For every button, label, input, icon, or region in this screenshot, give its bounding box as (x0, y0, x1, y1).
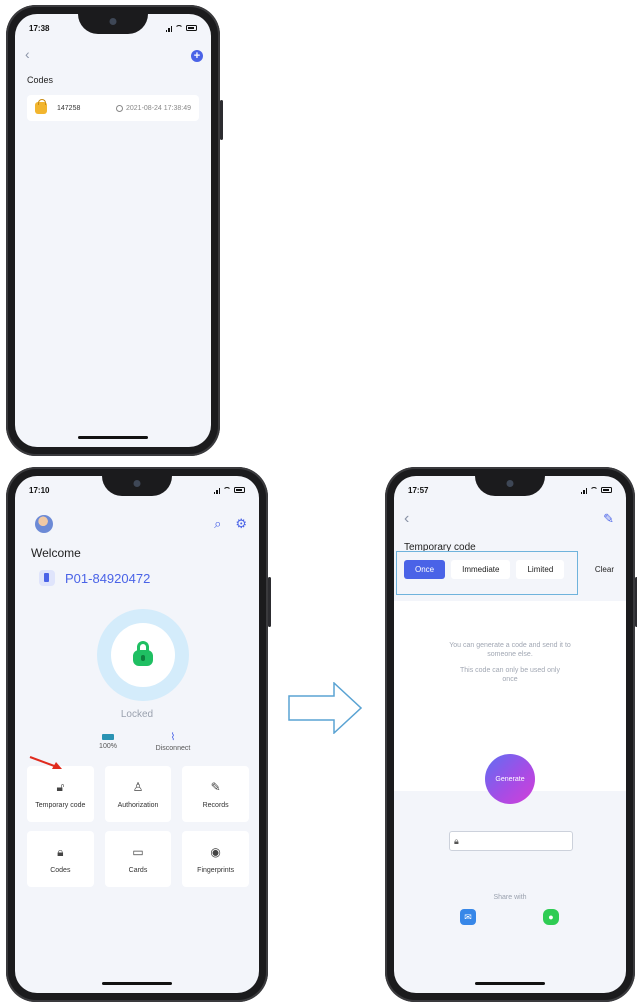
notch (78, 14, 148, 34)
padlock-icon: 🔒︎ (454, 835, 459, 846)
side-button (268, 577, 271, 627)
code-value: 147258 (57, 104, 81, 112)
tile-records[interactable]: ✎ Records (182, 766, 249, 822)
notch (102, 476, 172, 496)
code-timestamp-text: 2021-08-24 17:38:49 (126, 104, 191, 112)
screen-temporary-code: 17:57 ‹ ✎ Temporary code Once Immediate … (394, 476, 626, 993)
page-title: Codes (27, 75, 54, 85)
padlock-icon: 🔓︎ (56, 779, 65, 794)
generate-description: You can generate a code and send it to s… (394, 641, 626, 691)
connection-status[interactable]: ⌇ Disconnect (143, 732, 203, 753)
padlock-icon (35, 99, 47, 114)
avatar[interactable] (35, 515, 53, 533)
wifi-icon (590, 487, 598, 493)
back-icon[interactable]: ‹ (25, 46, 30, 62)
battery-icon (601, 487, 612, 493)
lock-button[interactable] (97, 609, 189, 701)
battery-value: 100% (99, 743, 117, 750)
clock-icon (116, 104, 123, 112)
home-indicator (78, 436, 148, 439)
front-camera (109, 18, 117, 25)
card-icon: ▭ (132, 844, 144, 859)
status-icons (213, 487, 245, 494)
search-icon[interactable]: ⌕ (214, 516, 221, 532)
phone-temporary-code: 17:57 ‹ ✎ Temporary code Once Immediate … (385, 467, 637, 1002)
transition-arrow-icon (288, 682, 362, 734)
signal-icon (213, 487, 220, 494)
screen-home: 17:10 ⌕ ⚙ Welcome P01-84920472 Locked 10… (15, 476, 259, 993)
tab-limited[interactable]: Limited (516, 560, 565, 579)
tile-codes[interactable]: 🔒︎ Codes (27, 831, 94, 887)
front-camera (506, 480, 514, 487)
status-time: 17:10 (29, 485, 50, 495)
padlock-icon: 🔒︎ (57, 844, 64, 859)
phone-codes: 17:38 ‹ + Codes 147258 2021-08-24 17:38:… (6, 5, 223, 456)
connection-label: Disconnect (155, 745, 191, 752)
tile-fingerprints[interactable]: ◉ Fingerprints (182, 831, 249, 887)
home-indicator (102, 982, 172, 985)
battery-status: 100% (78, 734, 138, 750)
tile-authorization[interactable]: ♙ Authorization (104, 766, 172, 822)
add-code-icon[interactable]: + (191, 50, 203, 62)
wifi-icon (175, 25, 183, 31)
header-tools: ⌕ ⚙ (214, 516, 247, 532)
lock-button-inner (111, 623, 175, 687)
tile-temporary-code[interactable]: 🔓︎ Temporary code (27, 766, 94, 822)
share-label: Share with (493, 894, 527, 901)
home-indicator (475, 982, 545, 985)
status-icons (165, 25, 197, 32)
notch (475, 476, 545, 496)
tile-label: Temporary code (35, 801, 86, 809)
status-icons (580, 487, 612, 494)
code-list-item[interactable]: 147258 2021-08-24 17:38:49 (27, 95, 199, 121)
edit-icon[interactable]: ✎ (603, 511, 614, 527)
tile-label: Cards (128, 866, 148, 874)
padlock-icon (133, 641, 153, 666)
status-time: 17:38 (29, 23, 50, 33)
tile-label: Records (202, 801, 229, 809)
status-time: 17:57 (408, 485, 429, 495)
battery-icon (186, 25, 197, 31)
battery-icon (234, 487, 245, 493)
back-icon[interactable]: ‹ (404, 510, 409, 528)
tile-cards[interactable]: ▭ Cards (104, 831, 172, 887)
clear-button[interactable]: Clear (595, 565, 614, 574)
message-icon[interactable]: ● (543, 909, 559, 925)
description-line-2: This code can only be used only once (459, 667, 560, 683)
description-line-1: You can generate a code and send it to s… (449, 642, 571, 658)
generate-button[interactable]: Generate (485, 754, 535, 804)
disconnect-icon: ⌇ (170, 732, 176, 743)
pointer-arrow-icon (29, 756, 62, 769)
battery-icon (102, 734, 114, 740)
tab-once[interactable]: Once (404, 560, 446, 579)
front-camera (133, 480, 141, 487)
tile-label: Fingerprints (197, 866, 235, 874)
side-button (220, 100, 223, 140)
code-type-tabs: Once Immediate Limited (404, 560, 565, 579)
mail-icon[interactable]: ✉ (460, 909, 476, 925)
tile-label: Authorization (117, 801, 159, 809)
lock-status: Locked (120, 709, 154, 720)
device-id: P01-84920472 (65, 570, 151, 586)
phone-home: 17:10 ⌕ ⚙ Welcome P01-84920472 Locked 10… (6, 467, 271, 1002)
device-selector[interactable]: P01-84920472 (39, 570, 150, 586)
signal-icon (165, 25, 172, 32)
gear-icon[interactable]: ⚙ (235, 516, 247, 532)
signal-icon (580, 487, 587, 494)
generated-code-field[interactable]: 🔒︎ (449, 831, 573, 851)
device-icon (39, 570, 55, 586)
feature-grid: 🔓︎ Temporary code ♙ Authorization ✎ Reco… (27, 766, 249, 887)
tab-immediate[interactable]: Immediate (451, 560, 511, 579)
edit-icon: ✎ (210, 779, 221, 794)
code-timestamp: 2021-08-24 17:38:49 (116, 104, 191, 112)
fingerprint-icon: ◉ (210, 844, 221, 859)
wifi-icon (223, 487, 231, 493)
user-check-icon: ♙ (132, 779, 144, 794)
screen-codes: 17:38 ‹ + Codes 147258 2021-08-24 17:38:… (15, 14, 211, 447)
tile-label: Codes (50, 866, 71, 874)
welcome-heading: Welcome (31, 546, 81, 560)
